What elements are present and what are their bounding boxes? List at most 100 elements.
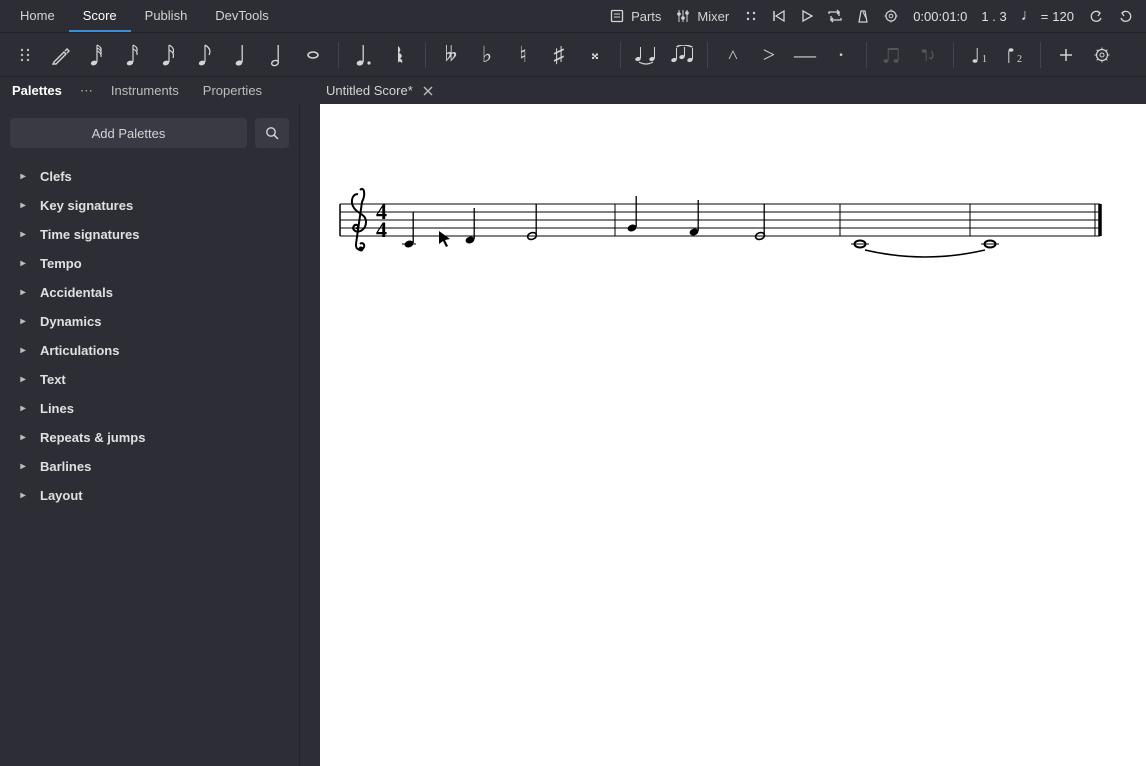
tempo-note-icon: ♩ [1021, 8, 1037, 24]
palette-item[interactable]: ▸ Time signatures [10, 220, 289, 249]
note-input-toolbar: 𝄫 ♭ ♮ ♯ 𝄪 ˄ > — · 1 2 [0, 32, 1146, 76]
chevron-right-icon: ▸ [18, 345, 28, 356]
chevron-right-icon: ▸ [18, 461, 28, 472]
score-canvas-wrapper: 4 4 [300, 104, 1146, 766]
tab-home[interactable]: Home [6, 0, 69, 32]
palette-item[interactable]: ▸ Layout [10, 481, 289, 510]
close-tab-icon[interactable] [421, 84, 435, 98]
sharp-button[interactable]: ♯ [542, 38, 576, 72]
tab-publish[interactable]: Publish [131, 0, 202, 32]
chevron-right-icon: ▸ [18, 432, 28, 443]
marcato-button[interactable]: ˄ [716, 38, 750, 72]
panel-tab-menu-icon[interactable]: ⋯ [74, 77, 99, 104]
palette-item-label: Dynamics [40, 314, 101, 329]
note-whole-button[interactable] [296, 38, 330, 72]
palette-item[interactable]: ▸Barlines [10, 452, 289, 481]
double-flat-button[interactable]: 𝄫 [434, 38, 468, 72]
main-tabs: Home Score Publish DevTools [6, 0, 283, 32]
note-8th-button[interactable] [188, 38, 222, 72]
score-canvas[interactable]: 4 4 [320, 104, 1146, 766]
palette-item[interactable]: ▸Repeats & jumps [10, 423, 289, 452]
play-icon[interactable] [799, 8, 815, 24]
palette-item-label: Layout [40, 488, 83, 503]
note-input-mode-button[interactable] [44, 38, 78, 72]
flip-direction-button[interactable] [911, 38, 945, 72]
tempo-display[interactable]: ♩ = 120 [1021, 8, 1074, 24]
mixer-label: Mixer [697, 9, 729, 24]
playback-beat: 1 . 3 [981, 9, 1006, 24]
chevron-right-icon: ▸ [18, 258, 28, 269]
tuplet-button[interactable] [875, 38, 909, 72]
panel-tab-instruments[interactable]: Instruments [99, 77, 191, 104]
drag-handle-icon[interactable] [743, 8, 759, 24]
chevron-right-icon: ▸ [18, 229, 28, 240]
svg-text:2: 2 [1017, 54, 1022, 65]
voice-2-button[interactable]: 2 [998, 38, 1032, 72]
tab-devtools[interactable]: DevTools [201, 0, 282, 32]
note-32nd-button[interactable] [116, 38, 150, 72]
mixer-button[interactable]: Mixer [675, 8, 729, 24]
add-element-button[interactable] [1049, 38, 1083, 72]
natural-button[interactable]: ♮ [506, 38, 540, 72]
palette-item-label: Time signatures [40, 227, 139, 242]
chevron-right-icon: ▸ [18, 171, 28, 182]
palette-list: ▸Clefs▸Key signatures▸Time signatures▸Te… [10, 162, 289, 510]
playback-settings-icon[interactable] [883, 8, 899, 24]
palette-item-label: Tempo [40, 256, 82, 271]
palette-item-label: Accidentals [40, 285, 113, 300]
palettes-sidebar: Add Palettes ▸ Clefs ▸ Key signatures ▸ Time … [0, 104, 300, 766]
toolbar-grip-icon[interactable] [8, 38, 42, 72]
chevron-right-icon: ▸ [18, 374, 28, 385]
voice-1-button[interactable]: 1 [962, 38, 996, 72]
chevron-right-icon: ▸ [18, 287, 28, 298]
palette-item[interactable]: ▸ Clefs [10, 162, 289, 191]
panel-tab-palettes[interactable]: Palettes [0, 77, 74, 104]
note-half-button[interactable] [260, 38, 294, 72]
svg-text:1: 1 [982, 54, 987, 65]
playback-time: 0:00:01:0 [913, 9, 967, 24]
palette-item[interactable]: ▸ Accidentals [10, 278, 289, 307]
staccato-button[interactable]: · [824, 38, 858, 72]
top-menu-bar: Home Score Publish DevTools Parts Mixer [0, 0, 1146, 32]
parts-button[interactable]: Parts [609, 8, 661, 24]
chevron-right-icon: ▸ [18, 490, 28, 501]
parts-label: Parts [631, 9, 661, 24]
undo-icon[interactable] [1088, 8, 1104, 24]
loop-icon[interactable] [827, 8, 843, 24]
note-64th-button[interactable] [80, 38, 114, 72]
palette-item[interactable]: ▸Text [10, 365, 289, 394]
palette-item-label: Key signatures [40, 198, 133, 213]
double-sharp-button[interactable]: 𝄪 [578, 38, 612, 72]
palette-item[interactable]: ▸ Lines [10, 394, 289, 423]
note-16th-button[interactable] [152, 38, 186, 72]
palette-item-label: Lines [40, 401, 74, 416]
slur-button[interactable] [665, 38, 699, 72]
rest-button[interactable] [383, 38, 417, 72]
tenuto-button[interactable]: — [788, 38, 822, 72]
mouse-cursor-icon [439, 231, 450, 247]
augmentation-dot-button[interactable] [347, 38, 381, 72]
search-palettes-button[interactable] [255, 118, 289, 148]
metronome-icon[interactable] [855, 8, 871, 24]
toolbar-settings-button[interactable] [1085, 38, 1119, 72]
tie-button[interactable] [629, 38, 663, 72]
tab-score[interactable]: Score [69, 0, 131, 32]
palette-item[interactable]: ▸Articulations [10, 336, 289, 365]
rewind-icon[interactable] [771, 8, 787, 24]
chevron-right-icon: ▸ [18, 200, 28, 211]
chevron-right-icon: ▸ [18, 403, 28, 414]
add-palettes-button[interactable]: Add Palettes [10, 118, 247, 148]
palette-item[interactable]: ▸ Key signatures [10, 191, 289, 220]
palette-item-label: Clefs [40, 169, 72, 184]
document-tab[interactable]: Untitled Score* [314, 77, 447, 104]
redo-icon[interactable] [1118, 8, 1134, 24]
palette-item[interactable]: ▸ Tempo [10, 249, 289, 278]
accent-button[interactable]: > [752, 38, 786, 72]
parts-icon [609, 8, 625, 24]
note-quarter-button[interactable] [224, 38, 258, 72]
svg-text:4: 4 [376, 217, 387, 242]
flat-button[interactable]: ♭ [470, 38, 504, 72]
main-area: Add Palettes ▸ Clefs ▸ Key signatures ▸ Time … [0, 104, 1146, 766]
panel-tab-properties[interactable]: Properties [191, 77, 274, 104]
palette-item[interactable]: ▸Dynamics [10, 307, 289, 336]
